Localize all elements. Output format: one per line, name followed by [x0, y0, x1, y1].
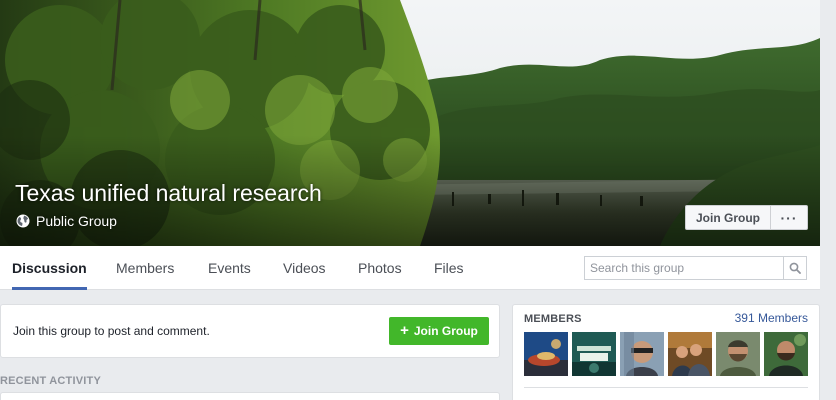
member-avatar[interactable]: [524, 332, 568, 376]
search-button[interactable]: [783, 257, 806, 279]
recent-activity-card: [0, 392, 500, 400]
member-thumbnails: [524, 332, 808, 376]
search-input[interactable]: [585, 257, 783, 279]
tab-members[interactable]: Members: [116, 246, 174, 290]
join-prompt-text: Join this group to post and comment.: [13, 324, 210, 338]
members-heading: MEMBERS: [524, 313, 582, 325]
group-page: Texas unified natural research Public Gr…: [0, 0, 836, 400]
cover-actions: Join Group ···: [685, 205, 808, 230]
tab-events[interactable]: Events: [208, 246, 251, 290]
group-name[interactable]: Texas unified natural research: [15, 180, 322, 207]
cover-photo: Texas unified natural research Public Gr…: [0, 0, 820, 246]
members-count-link[interactable]: 391 Members: [735, 311, 808, 325]
join-group-green-label: Join Group: [413, 324, 478, 338]
tab-discussion[interactable]: Discussion: [12, 246, 87, 290]
tab-files[interactable]: Files: [434, 246, 464, 290]
plus-icon: +: [400, 322, 409, 339]
members-divider: [524, 387, 808, 388]
tab-videos[interactable]: Videos: [283, 246, 326, 290]
group-tabs: Discussion Members Events Videos Photos …: [0, 246, 820, 290]
group-privacy-label: Public Group: [36, 213, 117, 229]
group-privacy: Public Group: [16, 213, 117, 229]
ellipsis-icon: ···: [780, 209, 798, 226]
globe-icon: [16, 214, 30, 228]
member-avatar[interactable]: [620, 332, 664, 376]
recent-activity-heading: RECENT ACTIVITY: [0, 375, 101, 387]
right-gutter: [820, 0, 836, 400]
members-card: MEMBERS 391 Members: [512, 304, 820, 400]
group-search: [584, 256, 807, 280]
more-options-button[interactable]: ···: [771, 205, 808, 230]
join-prompt-card: Join this group to post and comment. + J…: [0, 304, 500, 358]
member-avatar[interactable]: [572, 332, 616, 376]
magnifier-icon: [789, 262, 801, 274]
join-group-button[interactable]: Join Group: [685, 205, 771, 230]
member-avatar[interactable]: [668, 332, 712, 376]
join-group-green-button[interactable]: + Join Group: [389, 317, 489, 345]
member-avatar[interactable]: [764, 332, 808, 376]
member-avatar[interactable]: [716, 332, 760, 376]
tab-photos[interactable]: Photos: [358, 246, 402, 290]
